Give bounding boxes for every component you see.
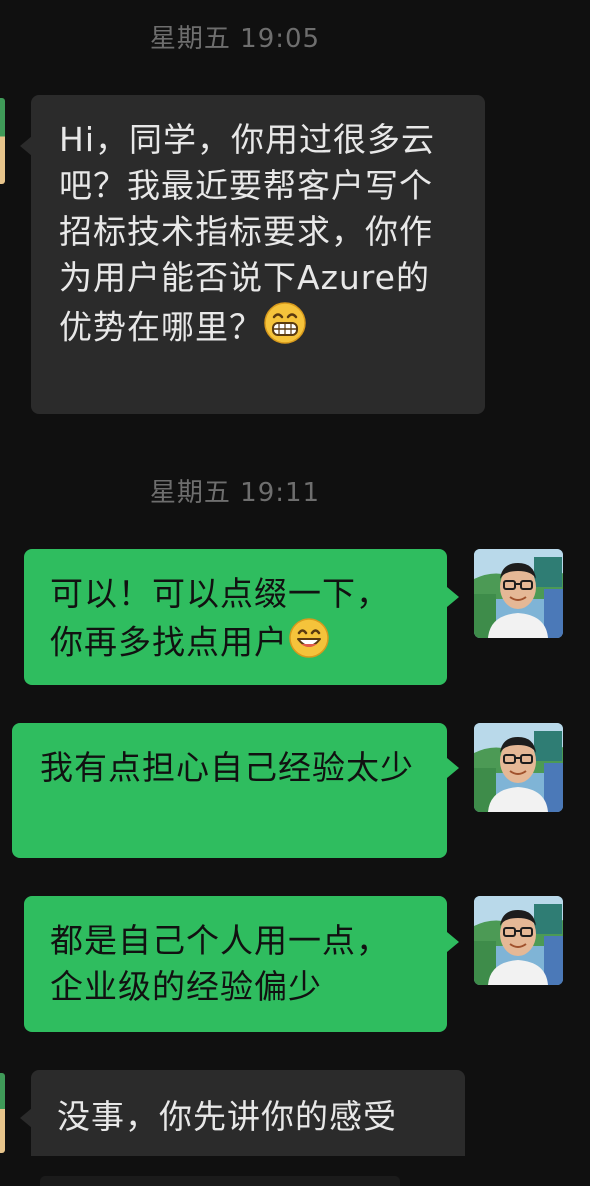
user-avatar[interactable] [474,549,563,638]
bubble-tail [447,758,459,778]
message-bubble-incoming[interactable]: Hi，同学，你用过很多云吧？我最近要帮客户写个招标技术指标要求，你作为用户能否说… [31,95,485,414]
message-text: 我有点担心自己经验太少 [40,748,414,787]
message-text: 可以！可以点缀一下，你再多找点用户 [50,574,390,662]
message-bubble-outgoing[interactable]: 可以！可以点缀一下，你再多找点用户 [24,549,447,685]
sender-avatar[interactable] [0,98,5,184]
grin-emoji [263,301,307,357]
message-text: 都是自己个人用一点，企业级的经验偏少 [50,921,390,1006]
user-avatar[interactable] [474,896,563,985]
message-text: 没事，你先讲你的感受 [57,1097,397,1136]
smile-emoji [288,617,330,671]
message-bubble-outgoing[interactable]: 我有点担心自己经验太少 [12,723,447,858]
bubble-tail [447,932,459,952]
sender-avatar[interactable] [0,1073,5,1153]
bubble-tail [447,587,459,607]
input-field-edge [40,1176,400,1186]
message-bubble-outgoing[interactable]: 都是自己个人用一点，企业级的经验偏少 [24,896,447,1032]
timestamp: 星期五 19:05 [149,24,321,54]
timestamp: 星期五 19:11 [149,478,321,508]
message-text: Hi，同学，你用过很多云吧？我最近要帮客户写个招标技术指标要求，你作为用户能否说… [59,120,435,347]
user-avatar[interactable] [474,723,563,812]
